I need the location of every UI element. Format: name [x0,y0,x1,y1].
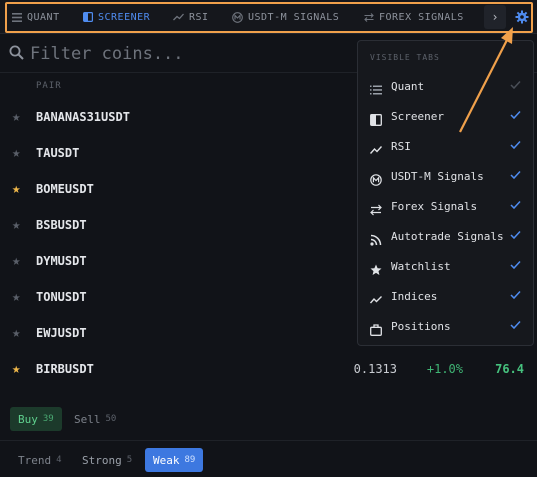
trend-icon [173,13,184,21]
score: 76.4 [495,362,524,376]
rss-icon [370,231,382,246]
list-icon [370,81,382,95]
dropdown-item-watchlist[interactable]: Watchlist [358,252,533,282]
check-icon [510,80,521,90]
star-icon[interactable]: ★ [12,146,20,160]
tab-screener[interactable]: SCREENER [83,0,150,34]
star-icon[interactable]: ★ [12,110,20,124]
visible-tabs-dropdown: VISIBLE TABS Quant Screener RSI USDT-M Sign… [357,40,534,346]
tab-usdt-m-signals[interactable]: USDT-M SIGNALS [232,0,339,34]
dropdown-item-label: Positions [391,320,451,333]
sell-count: 50 [105,414,117,424]
buy-filter-button[interactable]: Buy 39 [10,407,62,431]
pair-symbol: BSBUSDT [36,218,87,232]
dropdown-item-label: Forex Signals [391,200,478,213]
strong-label: Strong [82,453,122,467]
star-icon [370,261,382,275]
tab-forex-signals[interactable]: FOREX SIGNALS [364,0,464,34]
briefcase-icon [370,321,382,336]
trend-label: Trend [18,453,52,467]
tab-bar: QUANT SCREENER RSI USDT-M SIGNALS FOREX … [0,0,537,34]
check-icon [510,110,521,120]
strong-count: 5 [126,455,133,465]
dropdown-item-label: Autotrade Signals [391,230,504,243]
buy-count: 39 [42,414,54,424]
pair-symbol: TONUSDT [36,290,87,304]
change-percent: +1.0% [426,362,463,376]
chevron-right-icon: › [491,10,499,24]
price: 0.1313 [353,362,397,376]
dropdown-item-indices[interactable]: Indices [358,282,533,312]
trend-filter-button[interactable]: Trend 4 [10,448,70,472]
dropdown-item-forex-signals[interactable]: Forex Signals [358,192,533,222]
star-icon[interactable]: ★ [12,254,20,268]
pair-symbol: DYMUSDT [36,254,87,268]
search-icon [9,45,24,60]
check-icon [510,200,521,210]
tab-label: RSI [189,11,209,23]
dropdown-item-screener[interactable]: Screener [358,102,533,132]
dropdown-item-label: USDT-M Signals [391,170,484,183]
check-icon [510,230,521,240]
filter-coins-input[interactable] [30,42,330,66]
star-icon[interactable]: ★ [12,290,20,304]
star-icon[interactable]: ★ [12,326,20,340]
tab-settings-button[interactable] [511,5,533,29]
sell-label: Sell [74,412,101,426]
m-circle-icon [232,11,243,23]
star-icon[interactable]: ★ [12,218,20,232]
buy-label: Buy [18,412,38,426]
check-icon [510,290,521,300]
dropdown-item-label: Quant [391,80,425,93]
swap-icon [364,12,374,22]
pair-symbol: BANANAS31USDT [36,110,130,124]
check-icon [510,260,521,270]
pair-symbol: BOMEUSDT [36,182,94,196]
weak-label: Weak [153,453,180,467]
screener-icon [83,12,93,22]
tab-rsi[interactable]: RSI [173,0,209,34]
line-chart-icon [369,291,382,304]
check-icon [510,140,521,150]
gear-icon [515,10,529,24]
dropdown-item-label: RSI [391,140,411,153]
tab-quant[interactable]: QUANT [12,0,60,34]
dropdown-item-label: Indices [391,290,438,303]
column-header-pair: PAIR [36,81,62,91]
weak-count: 89 [184,455,196,465]
weak-filter-button[interactable]: Weak 89 [145,448,204,472]
dropdown-item-rsi[interactable]: RSI [358,132,533,162]
sell-filter-button[interactable]: Sell 50 [66,407,124,431]
tab-label: QUANT [27,11,60,23]
dropdown-item-autotrade-signals[interactable]: Autotrade Signals [358,222,533,252]
screener-icon [370,111,382,126]
m-circle-icon [370,171,382,186]
trend-icon [369,141,383,154]
tab-label: FOREX SIGNALS [379,11,464,23]
dropdown-item-usdt-m-signals[interactable]: USDT-M Signals [358,162,533,192]
dropdown-item-positions[interactable]: Positions [358,312,533,342]
table-row[interactable]: ★ BIRBUSDT 0.1313 +1.0% 76.4 [0,351,537,387]
dropdown-title: VISIBLE TABS [370,53,440,62]
star-icon[interactable]: ★ [12,182,20,196]
tab-label: USDT-M SIGNALS [248,11,340,23]
check-icon [510,320,521,330]
dropdown-item-label: Screener [391,110,444,123]
star-icon[interactable]: ★ [12,362,20,376]
dropdown-item-quant[interactable]: Quant [358,72,533,102]
tab-label: SCREENER [98,11,151,23]
dropdown-item-label: Watchlist [391,260,451,273]
trend-count: 4 [56,455,62,465]
strong-filter-button[interactable]: Strong 5 [74,448,140,472]
pair-symbol: BIRBUSDT [36,362,94,376]
check-icon [510,170,521,180]
pair-symbol: EWJUSDT [36,326,87,340]
list-icon [12,12,22,22]
swap-icon [370,201,382,216]
pair-symbol: TAUSDT [36,146,80,160]
tabs-next-button[interactable]: › [484,5,506,29]
